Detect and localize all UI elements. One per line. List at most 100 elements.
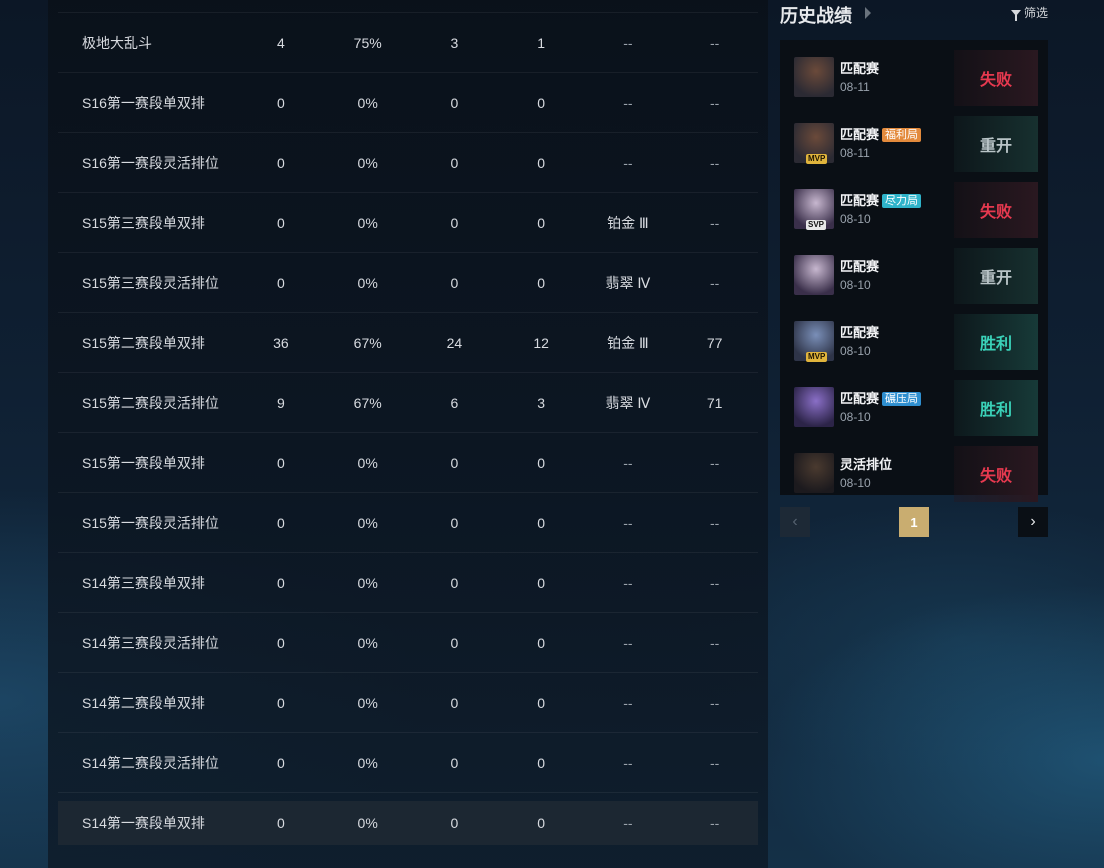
match-result: 重开 [954,248,1038,304]
match-mode: 匹配赛 [840,58,879,77]
stat-wins: 3 [450,34,459,51]
match-mode-label: 匹配赛 [840,61,880,76]
stat-winrate: 0% [357,694,378,711]
stat-lp: -- [710,214,720,231]
stat-lp: -- [710,94,720,111]
stats-row[interactable]: S15第三赛段单双排 0 0% 0 0 铂金 Ⅲ -- [58,193,758,253]
performance-badge: MVP [806,154,828,164]
stat-rank: 铂金 Ⅲ [607,334,649,351]
match-item[interactable]: 匹配赛 碾压局 08-10 胜利 [794,380,1038,446]
filter-button[interactable]: 筛选 [1010,4,1048,21]
stats-row[interactable]: S14第一赛段单双排 0 0% 0 0 -- -- [58,801,758,845]
match-date: 08-11 [840,146,870,160]
stat-games: 0 [277,754,285,771]
stats-row[interactable]: S15第一赛段灵活排位 0 0% 0 0 -- -- [58,493,758,553]
match-history-header: 历史战绩 筛选 [780,0,1048,32]
match-item[interactable]: 灵活排位 08-10 失败 [794,446,1038,512]
stat-games: 0 [277,274,285,291]
performance-badge: SVP [806,220,827,230]
stat-losses: 0 [537,454,546,471]
queue-name: S14第二赛段灵活排位 [82,754,219,771]
stat-winrate: 0% [357,154,378,171]
stats-row[interactable]: S15第一赛段单双排 0 0% 0 0 -- -- [58,433,758,493]
stats-row[interactable]: 极地大乱斗 4 75% 3 1 -- -- [58,12,758,73]
stat-lp: -- [710,514,720,531]
stats-row[interactable]: S14第二赛段单双排 0 0% 0 0 -- -- [58,673,758,733]
stat-losses: 0 [537,94,546,111]
stats-row[interactable]: S14第二赛段灵活排位 0 0% 0 0 -- -- [58,733,758,793]
stat-winrate: 0% [357,634,378,651]
stat-losses: 12 [533,334,549,351]
queue-name: S14第二赛段单双排 [82,694,205,711]
stats-row[interactable]: S14第三赛段单双排 0 0% 0 0 -- -- [58,553,758,613]
stat-wins: 0 [450,815,459,831]
stat-losses: 0 [537,694,546,711]
match-tag: 福利局 [882,128,922,142]
queue-name: S15第三赛段灵活排位 [82,274,219,291]
queue-name: S14第一赛段单双排 [82,815,205,831]
prev-page-button[interactable]: ‹ [780,507,810,537]
match-list: 匹配赛 08-11 失败 MVP 匹配赛 福利局 08-11 重开 SVP 匹配赛 尽力局 08-10… [780,40,1048,502]
match-mode: 匹配赛 福利局 [840,124,922,143]
stat-rank: -- [623,34,633,51]
stats-row[interactable]: S15第三赛段灵活排位 0 0% 0 0 翡翠 Ⅳ -- [58,253,758,313]
chevron-right-icon[interactable] [865,7,871,19]
stat-losses: 0 [537,514,546,531]
queue-name: S15第一赛段单双排 [82,454,205,471]
stat-losses: 0 [537,815,546,831]
stat-rank: -- [623,154,633,171]
stat-wins: 0 [450,154,459,171]
match-tag: 尽力局 [882,194,922,208]
match-item[interactable]: MVP 匹配赛 08-10 胜利 [794,314,1038,380]
stat-games: 0 [277,514,285,531]
queue-name: S15第二赛段灵活排位 [82,394,219,411]
stat-games: 0 [277,94,285,111]
stat-wins: 0 [450,634,459,651]
stat-wins: 0 [450,514,459,531]
next-page-button[interactable]: › [1018,507,1048,537]
match-result: 重开 [954,116,1038,172]
stats-row[interactable]: S16第一赛段灵活排位 0 0% 0 0 -- -- [58,133,758,193]
queue-name: S15第二赛段单双排 [82,334,205,351]
match-item[interactable]: 匹配赛 08-11 失败 [794,50,1038,116]
match-tag: 碾压局 [882,392,922,406]
filter-label: 筛选 [1023,6,1048,20]
match-date: 08-10 [840,344,871,358]
stat-winrate: 0% [357,574,378,591]
match-history-panel: 历史战绩 筛选 匹配赛 08-11 失败 MVP 匹配赛 福利局 08-11 重开 SVP 匹配赛… [780,0,1048,537]
stat-games: 0 [277,574,285,591]
stat-lp: -- [710,154,720,171]
stats-row[interactable]: S15第二赛段单双排 36 67% 24 12 铂金 Ⅲ 77 [58,313,758,373]
stat-lp: -- [710,574,720,591]
match-mode: 匹配赛 碾压局 [840,388,922,407]
stats-row[interactable]: S15第二赛段灵活排位 9 67% 6 3 翡翠 Ⅳ 71 [58,373,758,433]
stat-wins: 24 [446,334,463,351]
stat-lp: 77 [706,334,723,351]
match-item[interactable]: SVP 匹配赛 尽力局 08-10 失败 [794,182,1038,248]
stats-row[interactable]: S16第一赛段单双排 0 0% 0 0 -- -- [58,73,758,133]
stat-winrate: 0% [357,274,378,291]
match-result: 失败 [954,446,1038,502]
stat-games: 0 [277,454,285,471]
stats-row[interactable]: S14第三赛段灵活排位 0 0% 0 0 -- -- [58,613,758,673]
match-item[interactable]: 匹配赛 08-10 重开 [794,248,1038,314]
stat-games: 4 [277,34,285,51]
stat-winrate: 0% [357,214,378,231]
stat-wins: 0 [450,454,459,471]
match-item[interactable]: MVP 匹配赛 福利局 08-11 重开 [794,116,1038,182]
queue-name: S14第三赛段单双排 [82,574,205,591]
stat-games: 0 [277,154,285,171]
queue-name: S16第一赛段灵活排位 [82,154,219,171]
stat-rank: -- [623,815,633,831]
page-number-button[interactable]: 1 [899,507,929,537]
stat-games: 0 [277,694,285,711]
champion-avatar [794,255,834,295]
stat-winrate: 0% [357,754,378,771]
stat-losses: 0 [537,574,546,591]
stat-losses: 0 [537,154,546,171]
stat-rank: -- [623,94,633,111]
stat-losses: 1 [537,34,546,51]
match-mode-label: 匹配赛 [840,325,880,340]
stat-winrate: 0% [357,94,378,111]
stat-lp: -- [710,34,720,51]
